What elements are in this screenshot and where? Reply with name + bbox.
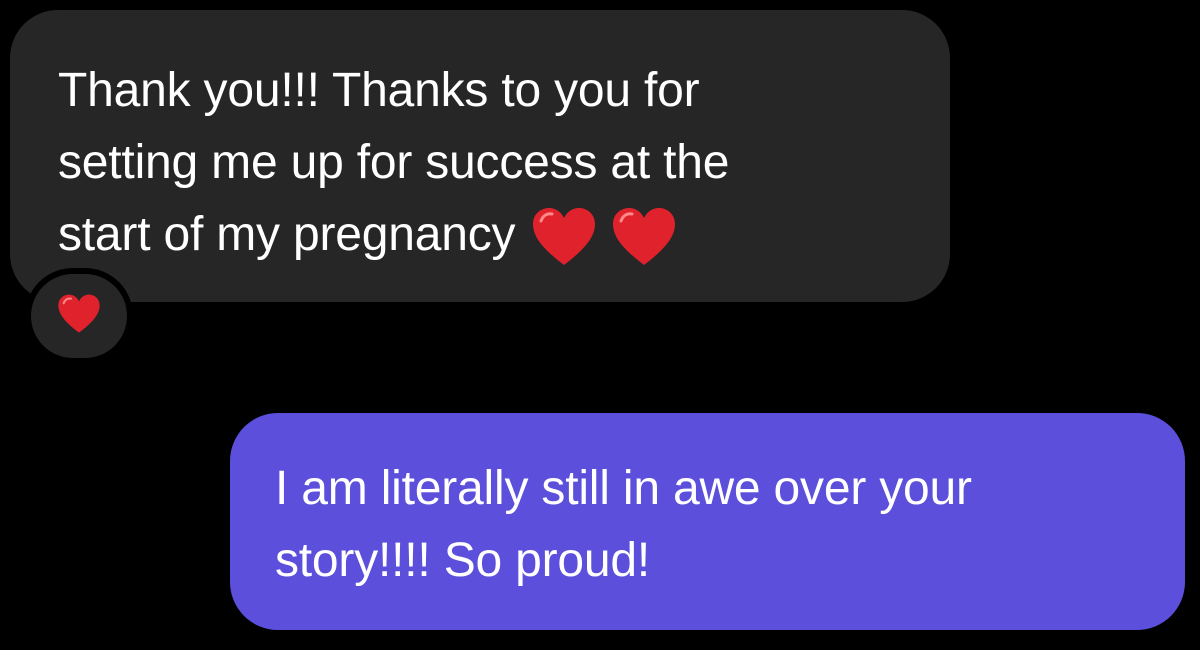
red-heart-icon [57,294,101,339]
incoming-message-line: setting me up for success at the [58,136,730,189]
outgoing-message-line: I am literally still in awe over your [275,462,972,515]
incoming-message-text: start of my pregnancy [58,208,516,261]
outgoing-message-line: story!!!! So proud! [275,534,651,587]
incoming-message-line: Thank you!!! Thanks to you for [58,64,700,117]
incoming-message-bubble[interactable]: Thank you!!! Thanks to you for setting m… [10,10,950,302]
incoming-message-line: start of my pregnancy [58,199,950,271]
heart-reaction-badge[interactable] [25,268,133,364]
red-heart-icon [611,207,677,267]
outgoing-message-bubble[interactable]: I am literally still in awe over your st… [230,413,1185,630]
red-heart-icon [531,207,597,267]
